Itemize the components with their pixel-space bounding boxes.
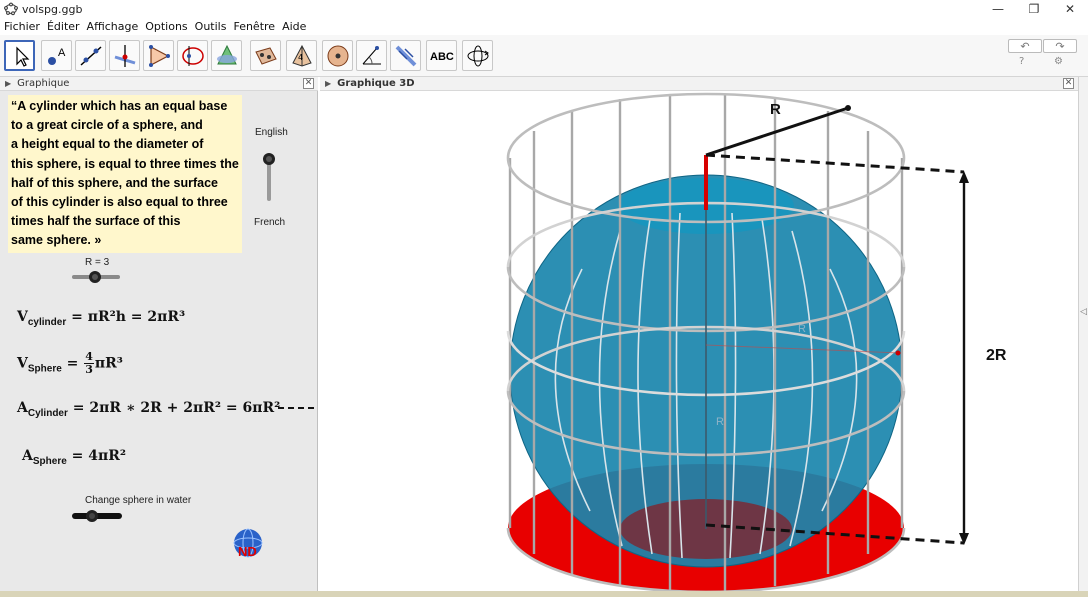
intersect-tool-icon [217, 44, 237, 65]
quote-line: a height equal to the diameter of [11, 137, 204, 152]
graphics-3d-view[interactable]: R R R 2R [320, 91, 1078, 594]
line-tool-icon [80, 46, 102, 66]
taskbar-strip [0, 591, 1088, 597]
dashed-connector [278, 407, 318, 409]
angle-tool-button[interactable] [356, 40, 387, 71]
move-tool-button[interactable] [4, 40, 35, 71]
move-tool-icon [16, 46, 30, 67]
settings-icon[interactable]: ⚙ [1054, 56, 1063, 67]
quote-line: same sphere. » [11, 233, 102, 248]
angle-tool-icon [362, 46, 381, 65]
point-tool-button[interactable]: A [41, 40, 72, 71]
pyramid-tool-button[interactable]: 4 [286, 40, 317, 71]
sphere-tool-icon [327, 45, 349, 67]
circle-tool-icon [182, 46, 204, 66]
line-tool-button[interactable] [75, 40, 106, 71]
svg-text:4: 4 [298, 53, 303, 62]
sphere-volume-formula: VSphere = 4 3 πR³ [17, 350, 123, 376]
title-bar: volspg.ggb — ❐ ✕ [0, 0, 1088, 18]
radius-slider-label: R = 3 [85, 257, 110, 268]
svg-text:ND: ND [238, 544, 257, 559]
inner-radius-label: R [798, 323, 806, 335]
text-tool-button[interactable]: ABC [426, 40, 457, 71]
rotate-view-tool-icon [467, 45, 489, 67]
panel-collapse-strip[interactable]: ◁ [1078, 77, 1088, 591]
cylinder-area-formula: ACylinder = 2πR ∗ 2R + 2πR² = 6πR² [17, 400, 281, 419]
cylinder-sphere-scene[interactable]: R R R 2R [320, 91, 1078, 594]
quote-line: half of this sphere, and the surface [11, 175, 218, 190]
cylinder-volume-formula: Vcylinder = πR²h = 2πR³ [17, 309, 186, 328]
menu-editer[interactable]: Éditer [47, 20, 80, 33]
intersect-tool-button[interactable] [211, 40, 242, 71]
language-english-label: English [255, 127, 288, 138]
plane-tool-button[interactable] [250, 40, 281, 71]
menu-bar: Fichier Éditer Affichage Options Outils … [0, 18, 1088, 35]
text-tool-icon: ABC [430, 51, 454, 63]
reflect-tool-icon [395, 45, 417, 67]
pyramid-tool-icon: 4 [292, 44, 312, 67]
graphics-panel-header[interactable]: ▶ Graphique ✕ [0, 77, 318, 91]
language-french-label: French [254, 217, 286, 228]
view3d-panel-close-icon[interactable]: ✕ [1063, 78, 1074, 89]
polygon-tool-button[interactable] [143, 40, 174, 71]
menu-options[interactable]: Options [145, 20, 187, 33]
point-tool-icon: A [48, 47, 66, 65]
graphics-panel-close-icon[interactable]: ✕ [303, 78, 314, 89]
redo-button[interactable]: ↷ [1043, 39, 1077, 53]
toolbar: A 4 ABC ↶ ↷ ? ⚙ [0, 35, 1088, 77]
help-icon[interactable]: ? [1019, 56, 1024, 67]
menu-aide[interactable]: Aide [282, 20, 306, 33]
radius-endpoint [845, 105, 851, 111]
menu-affichage[interactable]: Affichage [87, 20, 139, 33]
sphere-area-formula: ASphere = 4πR² [22, 448, 127, 467]
panel-expand-icon[interactable]: ▶ [5, 79, 11, 88]
inner-axis-label: R [716, 416, 724, 428]
quote-line: this sphere, is equal to three times the [11, 156, 239, 171]
graphics-panel-title: Graphique [17, 78, 70, 89]
water-toggle-slider[interactable] [70, 509, 124, 523]
graphics-view[interactable]: “A cylinder which has an equal base to a… [0, 91, 318, 591]
quote-line: of this cylinder is also equal to three [11, 195, 228, 210]
quote-line: times half the surface of this [11, 214, 181, 229]
perpendicular-line-tool-icon [114, 45, 136, 67]
language-slider[interactable] [262, 151, 276, 205]
view3d-panel-header[interactable]: ▶ Graphique 3D ✕ [320, 77, 1078, 91]
view3d-panel-title: Graphique 3D [337, 78, 415, 89]
menu-fichier[interactable]: Fichier [4, 20, 40, 33]
panel-expand-icon[interactable]: ▶ [325, 79, 331, 88]
svg-text:A: A [58, 47, 66, 59]
rotate-view-tool-button[interactable] [462, 40, 493, 71]
radius-slider[interactable] [70, 270, 122, 284]
perpendicular-tool-button[interactable] [109, 40, 140, 71]
close-button[interactable]: ✕ [1052, 0, 1088, 18]
circle-tool-button[interactable] [177, 40, 208, 71]
minimize-button[interactable]: — [980, 0, 1016, 18]
plane-tool-icon [255, 47, 277, 65]
four-thirds-fraction: 43 [84, 350, 94, 376]
sphere-tool-button[interactable] [322, 40, 353, 71]
undo-button[interactable]: ↶ [1008, 39, 1042, 53]
inner-radius-point [895, 350, 901, 356]
top-dashed-line [705, 153, 965, 174]
menu-fenetre[interactable]: Fenêtre [233, 20, 275, 33]
restore-button[interactable]: ❐ [1016, 0, 1052, 18]
archimedes-quote: “A cylinder which has an equal base to a… [8, 95, 242, 253]
height-label: 2R [986, 347, 1007, 364]
polygon-tool-icon [149, 45, 170, 67]
menu-outils[interactable]: Outils [195, 20, 227, 33]
geogebra-app-icon [4, 2, 18, 16]
nd-logo-icon: ND [233, 528, 263, 559]
reflect-tool-button[interactable] [390, 40, 421, 71]
radius-label: R [770, 101, 781, 118]
water-toggle-label: Change sphere in water [85, 495, 192, 506]
chevron-left-icon[interactable]: ◁ [1080, 307, 1087, 317]
quote-line: to a great circle of a sphere, and [11, 118, 203, 133]
quote-line: “A cylinder which has an equal base [11, 99, 228, 113]
svg-text:ABC: ABC [430, 51, 454, 63]
window-title: volspg.ggb [22, 2, 83, 16]
